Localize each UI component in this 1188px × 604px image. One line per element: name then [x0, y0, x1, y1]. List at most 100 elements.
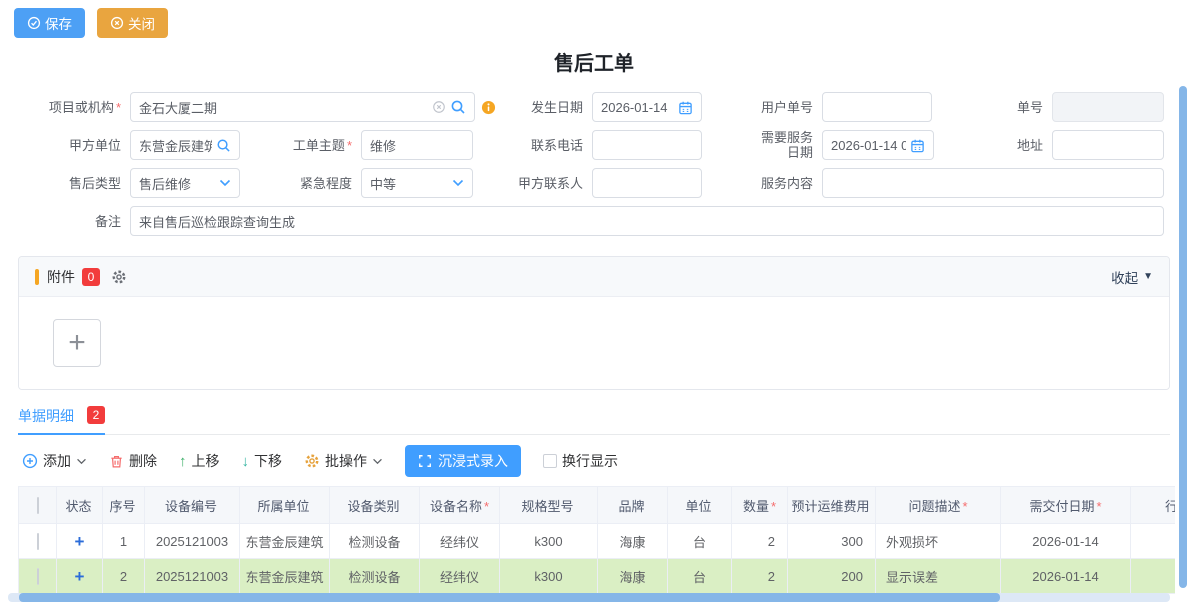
immersive-entry-button[interactable]: 沉浸式录入: [405, 445, 521, 477]
urgency-label: 紧急程度: [240, 176, 361, 191]
service-date-label: 需要服务日期: [702, 130, 822, 160]
order-no-label: 单号: [932, 100, 1052, 115]
cell-problem: 外观损坏: [876, 524, 1001, 559]
service-date-field[interactable]: 2026-01-14 0: [822, 130, 934, 160]
add-attachment-button[interactable]: +: [53, 319, 101, 367]
cell-qty: 2: [732, 559, 788, 594]
save-button[interactable]: 保存: [14, 8, 85, 38]
header-row-remark: 行备注: [1131, 487, 1176, 524]
check-circle-icon: [27, 16, 41, 30]
cell-brand: 海康: [598, 559, 668, 594]
add-row-icon[interactable]: +: [75, 532, 85, 551]
after-sales-type-value: 售后维修: [139, 174, 219, 193]
remark-field[interactable]: 来自售后巡检跟踪查询生成: [130, 206, 1164, 236]
table-row: + 1 2025121003 东营金辰建筑 检测设备 经纬仪 k300 海康 台…: [19, 524, 1176, 559]
urgency-select[interactable]: 中等: [361, 168, 473, 198]
header-status: 状态: [57, 487, 103, 524]
cell-unit: 台: [668, 524, 732, 559]
remark-value: 来自售后巡检跟踪查询生成: [139, 212, 1155, 231]
wrap-display-checkbox[interactable]: [543, 454, 557, 468]
project-field[interactable]: 金石大厦二期: [130, 92, 475, 122]
gear-icon: [304, 453, 320, 469]
after-sales-type-label: 售后类型: [18, 176, 130, 191]
arrow-down-icon: ↓: [242, 453, 250, 470]
collapse-toggle[interactable]: 收起 ▼: [1111, 267, 1153, 287]
wrap-display-label: 换行显示: [562, 451, 618, 471]
attachments-count-badge: 0: [82, 268, 100, 286]
project-value: 金石大厦二期: [139, 98, 428, 117]
party-a-contact-field[interactable]: [592, 168, 702, 198]
urgency-value: 中等: [370, 174, 452, 193]
chevron-down-icon: [76, 458, 87, 465]
arrow-up-icon: ↑: [179, 453, 187, 470]
chevron-down-icon: [452, 179, 464, 187]
tab-document-details[interactable]: 单据明细 2: [18, 406, 105, 435]
remark-label: 备注: [18, 214, 130, 229]
form-row-1: 项目或机构* 金石大厦二期 发生日期 2026-01-14 用户单号 单号: [18, 92, 1170, 122]
move-up-label: 上移: [192, 451, 220, 471]
horizontal-scrollbar-track: [8, 593, 1170, 602]
subject-value: 维修: [370, 136, 464, 155]
wrap-display-toggle[interactable]: 换行显示: [543, 451, 618, 471]
attachments-header: 附件 0 收起 ▼: [19, 257, 1169, 297]
batch-ops-label: 批操作: [325, 451, 367, 471]
form-row-2: 甲方单位 东营金辰建筑 工单主题* 维修 联系电话 需要服务日期 2026-01…: [18, 130, 1170, 160]
subject-field[interactable]: 维修: [361, 130, 473, 160]
party-a-unit-value: 东营金辰建筑: [139, 136, 212, 155]
header-seq: 序号: [103, 487, 145, 524]
table-header-row: 状态 序号 设备编号 所属单位 设备类别 设备名称* 规格型号 品牌 单位 数量…: [19, 487, 1176, 524]
address-field[interactable]: [1052, 130, 1164, 160]
batch-ops-button[interactable]: 批操作: [304, 451, 383, 471]
search-icon[interactable]: [450, 99, 466, 115]
gear-icon[interactable]: [111, 269, 127, 285]
row-status-cell: +: [57, 524, 103, 559]
attachments-title: 附件: [47, 267, 75, 287]
calendar-icon[interactable]: [910, 138, 925, 153]
close-button[interactable]: 关闭: [97, 8, 168, 38]
cell-due-date: 2026-01-14: [1001, 559, 1131, 594]
party-a-unit-field[interactable]: 东营金辰建筑: [130, 130, 240, 160]
cell-est-fee: 300: [788, 524, 876, 559]
details-table: 状态 序号 设备编号 所属单位 设备类别 设备名称* 规格型号 品牌 单位 数量…: [18, 486, 1175, 594]
service-content-label: 服务内容: [702, 176, 822, 191]
move-down-button[interactable]: ↓ 下移: [242, 451, 283, 471]
cell-device-no: 2025121003: [145, 559, 240, 594]
contact-phone-field[interactable]: [592, 130, 702, 160]
party-a-contact-label: 甲方联系人: [473, 176, 592, 191]
select-all-checkbox[interactable]: [37, 497, 39, 514]
row-checkbox[interactable]: [37, 568, 39, 585]
after-sales-type-select[interactable]: 售后维修: [130, 168, 240, 198]
user-order-no-field[interactable]: [822, 92, 932, 122]
row-checkbox[interactable]: [37, 533, 39, 550]
caret-down-icon: ▼: [1143, 271, 1153, 282]
calendar-icon[interactable]: [678, 100, 693, 115]
chevron-down-icon: [219, 179, 231, 187]
vertical-scrollbar-thumb[interactable]: [1179, 86, 1187, 588]
search-icon[interactable]: [216, 138, 231, 153]
header-qty: 数量*: [732, 487, 788, 524]
move-up-button[interactable]: ↑ 上移: [179, 451, 220, 471]
add-row-icon[interactable]: +: [75, 567, 85, 586]
cell-device-no: 2025121003: [145, 524, 240, 559]
cell-qty: 2: [732, 524, 788, 559]
order-form: 项目或机构* 金石大厦二期 发生日期 2026-01-14 用户单号 单号: [0, 92, 1188, 236]
info-icon[interactable]: [475, 100, 501, 115]
cell-device-category: 检测设备: [330, 559, 420, 594]
occur-date-field[interactable]: 2026-01-14: [592, 92, 702, 122]
horizontal-scrollbar-thumb[interactable]: [19, 593, 1000, 602]
project-label: 项目或机构*: [18, 100, 130, 115]
clear-icon[interactable]: [432, 100, 446, 114]
cell-seq: 2: [103, 559, 145, 594]
delete-button[interactable]: 删除: [109, 451, 157, 471]
cell-seq: 1: [103, 524, 145, 559]
cell-spec-model: k300: [500, 559, 598, 594]
add-button[interactable]: 添加: [22, 451, 87, 471]
header-problem: 问题描述*: [876, 487, 1001, 524]
cell-row-remark: [1131, 524, 1176, 559]
service-content-field[interactable]: [822, 168, 1164, 198]
order-no-field: [1052, 92, 1164, 122]
chevron-down-icon: [372, 458, 383, 465]
service-date-value: 2026-01-14 0: [831, 138, 906, 153]
cell-owner-unit: 东营金辰建筑: [240, 524, 330, 559]
cell-est-fee: 200: [788, 559, 876, 594]
